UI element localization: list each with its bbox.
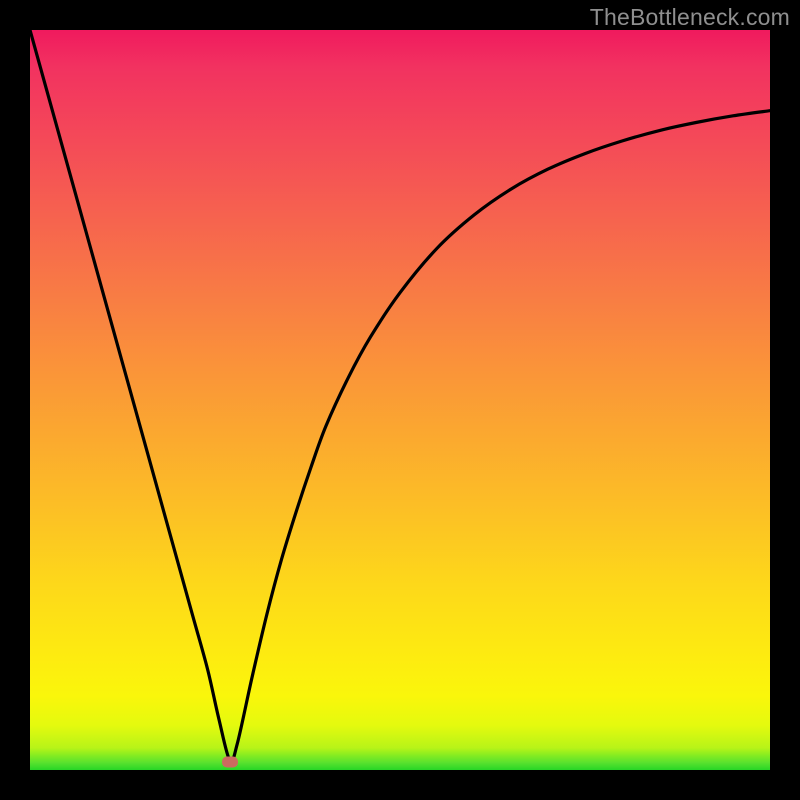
chart-frame: TheBottleneck.com (0, 0, 800, 800)
bottleneck-curve (30, 30, 770, 762)
optimum-marker (222, 756, 238, 767)
plot-area (30, 30, 770, 770)
curve-svg (30, 30, 770, 770)
watermark-text: TheBottleneck.com (590, 4, 790, 31)
